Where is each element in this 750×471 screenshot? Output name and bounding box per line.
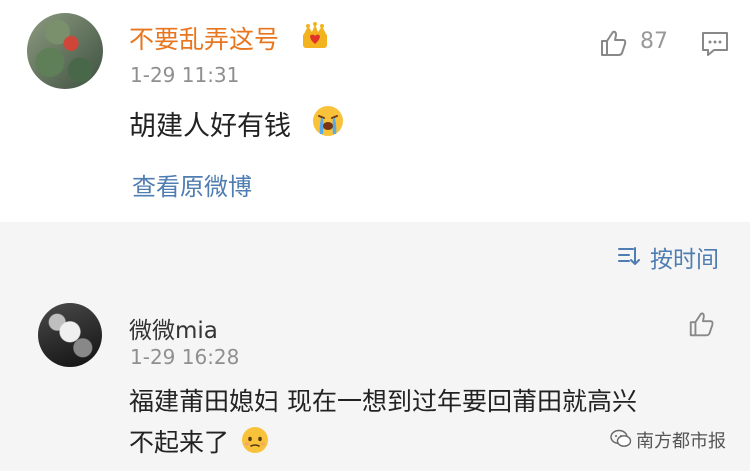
like-count: 87 [640,29,668,54]
like-icon[interactable] [598,27,630,59]
comment-text: 胡建人好有钱 [129,111,291,142]
watermark-label: 南方都市报 [636,431,726,452]
comment-icon[interactable] [700,30,730,58]
sort-icon[interactable] [617,244,641,268]
comment-time: 1-29 16:28 [130,345,240,369]
crying-face-icon [313,106,343,136]
avatar[interactable] [27,13,103,89]
crown-icon [303,22,327,48]
sweating-face-icon [242,427,268,453]
like-icon[interactable] [687,309,717,339]
username[interactable]: 微微mia [129,311,218,345]
comment-text-line2: 不起来了 [129,428,230,457]
original-comment-card [0,0,750,222]
comment-text-line1: 福建莆田媳妇 现在一想到过年要回莆田就高兴 [129,387,637,416]
comment-time: 1-29 11:31 [130,63,240,87]
view-original-weibo-link[interactable]: 查看原微博 [132,167,252,202]
avatar[interactable] [38,303,102,367]
sort-by-time-button[interactable]: 按时间 [650,240,719,274]
username[interactable]: 不要乱弄这号 [129,20,279,56]
wechat-icon [610,429,632,447]
